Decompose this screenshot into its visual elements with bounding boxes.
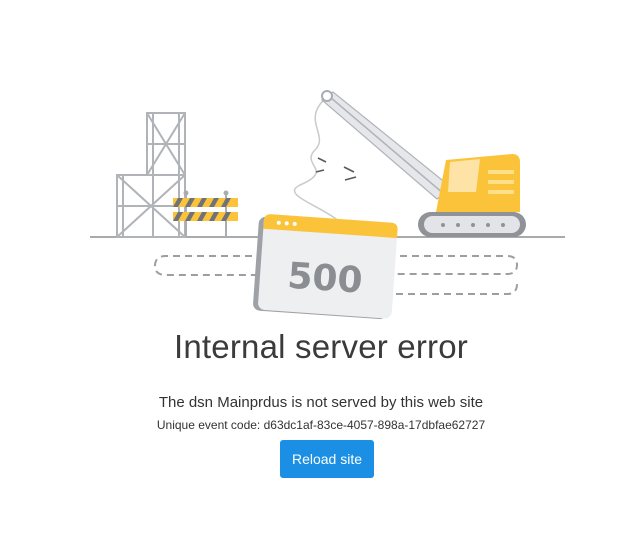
reload-site-button[interactable]: Reload site: [280, 440, 374, 478]
motion-lines: [315, 157, 357, 181]
crane-icon: [321, 90, 526, 237]
barrier-icon: [173, 190, 238, 237]
error-message: The dsn Mainprdus is not served by this …: [158, 394, 484, 411]
crane-cable: [293, 96, 341, 223]
event-code: Unique event code: d63dc1af-83ce-4057-89…: [156, 418, 486, 432]
page-title: Internal server error: [174, 328, 468, 365]
error-code-text: 500: [286, 256, 364, 302]
construction-illustration: 500: [90, 90, 565, 320]
error-code-sign: 500: [253, 214, 398, 320]
